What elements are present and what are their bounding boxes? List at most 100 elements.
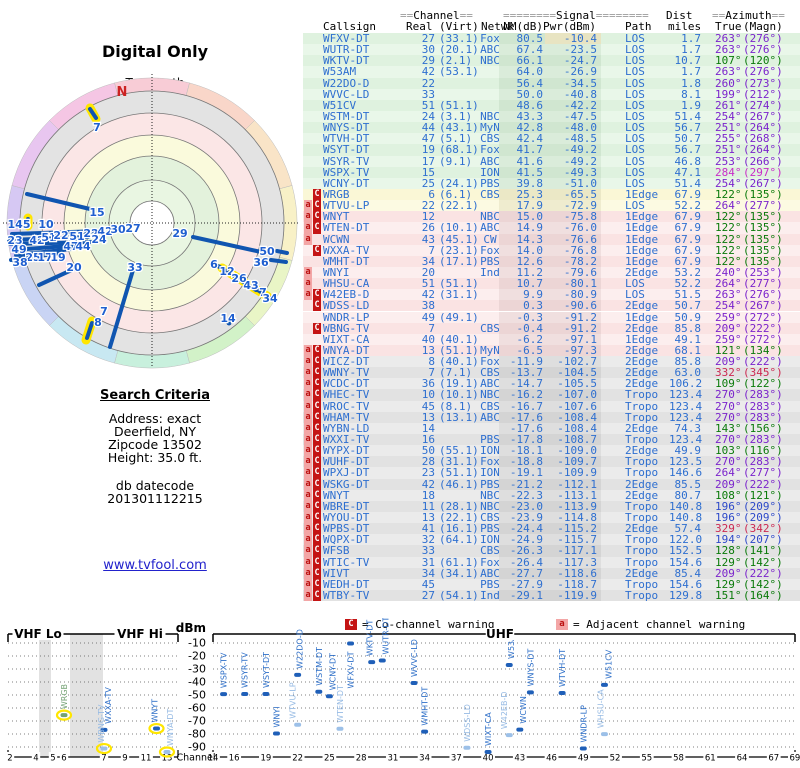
co-channel-warning-badge: C	[313, 367, 321, 378]
adjacent-warning-badge: a	[304, 356, 312, 367]
cell-power: -117.1	[545, 545, 601, 556]
cell-power: -109.9	[545, 467, 601, 478]
co-channel-warning-badge: C	[313, 245, 321, 256]
cell-real-channel: 43	[401, 234, 435, 245]
cell-distance: 152.5	[669, 545, 701, 556]
table-row[interactable]: aCWTEN-DT26(10.1)ABC14.9-76.01Edge67.912…	[303, 222, 800, 233]
table-row[interactable]: aCWTBY-TV27(54.1)Ind-29.1-119.9Tropo129.…	[303, 590, 800, 601]
radar-channel-label: 27	[125, 222, 140, 235]
adjacent-warning-badge: a	[304, 590, 312, 601]
x-tick-label: 9	[122, 754, 127, 764]
co-channel-warning-badge: C	[313, 490, 321, 501]
tvfool-link[interactable]: www.tvfool.com	[103, 558, 207, 573]
cell-path: 1Edge	[625, 222, 671, 233]
signal-marker	[485, 750, 492, 754]
radar-channel-label: 29	[172, 227, 187, 240]
radar-title: Digital Only	[0, 42, 310, 61]
cell-path: Tropo	[625, 389, 671, 400]
spectrum-callsign-label: W51CV	[604, 649, 613, 679]
co-channel-warning-badge: C	[313, 467, 321, 478]
adjacent-warning-badge: a	[304, 345, 312, 356]
cell-callsign: WDSS-LD	[323, 300, 411, 311]
cell-azimuth-magnetic: (273°)	[743, 78, 795, 89]
cell-real-channel: 33	[401, 545, 435, 556]
col-callsign: Callsign	[323, 21, 376, 32]
adjacent-warning-badge: a	[304, 545, 312, 556]
signal-marker	[601, 683, 608, 687]
table-row[interactable]: WSYT-DT19(68.1)Fox41.7-49.2LOS56.7251°(2…	[303, 144, 800, 155]
signal-marker	[326, 694, 333, 698]
cell-real-channel: 27	[401, 590, 435, 601]
cell-power: -49.2	[545, 156, 601, 167]
cell-azimuth-magnetic: (283°)	[743, 389, 795, 400]
table-row[interactable]: WNDR-LP49(49.1)-0.3-91.21Edge50.9259°(27…	[303, 312, 800, 323]
vhf-gap-band	[39, 634, 51, 757]
radar-channel-label: 36	[253, 256, 269, 269]
radar-channel-label: 15	[89, 206, 104, 219]
x-tick-label: 34	[419, 754, 430, 764]
signal-marker	[506, 663, 513, 667]
tvfool-report: Digital Only TrueNorth 71514510234251225…	[0, 0, 800, 768]
x-tick-label: 64	[737, 754, 748, 764]
signal-table: ==Channel== ========Signal======== Dist …	[303, 10, 800, 614]
cell-real-channel: 17	[401, 156, 435, 167]
col-path: Path	[625, 21, 652, 32]
table-row[interactable]: aCWFSB33CBS-26.3-117.1Tropo152.5128°(141…	[303, 545, 800, 556]
signal-marker	[506, 733, 513, 737]
cell-real-channel: 19	[401, 144, 435, 155]
spectrum-callsign-label: WIXT-CA	[484, 712, 493, 746]
adjacent-warning-badge: a	[304, 222, 312, 233]
table-row[interactable]: WSYR-TV17(9.1)ABC41.6-49.2LOS46.8253°(26…	[303, 156, 800, 167]
x-tick-label: 58	[673, 754, 684, 764]
table-row[interactable]: W22DO-D2256.4-34.5LOS1.8260°(273°)	[303, 78, 800, 89]
col-virt: (Virt)	[439, 21, 479, 32]
radar-channel-label: 10	[38, 218, 54, 231]
spectrum-callsign-label: WNYS-DT	[526, 648, 535, 686]
y-tick-label: -40	[188, 676, 206, 689]
signal-marker	[559, 691, 566, 695]
co-channel-warning-badge: C	[313, 222, 321, 233]
adjacent-warning-badge: a	[304, 501, 312, 512]
spectrum-callsign-label: WNYT	[151, 699, 160, 723]
cell-power: -76.6	[545, 234, 601, 245]
col-miles: miles	[668, 21, 701, 32]
cell-distance: 56.7	[669, 144, 701, 155]
signal-marker	[411, 681, 418, 685]
cell-azimuth-magnetic: (264°)	[743, 144, 795, 155]
table-row[interactable]: aCWHEC-TV10(10.1)NBC-16.2-107.0Tropo123.…	[303, 389, 800, 400]
radar-channel-label: 30	[110, 223, 126, 236]
co-channel-warning-badge: C	[313, 534, 321, 545]
y-tick-label: -70	[188, 715, 206, 728]
signal-marker	[368, 660, 375, 664]
x-tick-label: 22	[292, 754, 303, 764]
table-row[interactable]: aCWPXJ-DT23(51.1)ION-19.1-109.9Tropo146.…	[303, 467, 800, 478]
cell-azimuth-magnetic: (266°)	[743, 156, 795, 167]
cell-path: LOS	[625, 78, 671, 89]
cell-distance: 1.8	[669, 78, 701, 89]
x-axis-title: Channel	[176, 753, 215, 764]
adjacent-warning-badge: a	[304, 512, 312, 523]
y-tick-label: -20	[188, 650, 206, 663]
co-channel-warning-badge: C	[313, 445, 321, 456]
spectrum-callsign-label: WSYR-TV	[241, 652, 250, 688]
cell-real-channel: 38	[401, 300, 435, 311]
x-tick-label: 19	[260, 754, 271, 764]
signal-marker	[164, 750, 171, 754]
radar-plot: 7151451023425122512242302724474449251719…	[0, 60, 310, 380]
table-row[interactable]: aWCWN43(45.1)CW14.3-76.61Edge67.9122°(13…	[303, 234, 800, 245]
cell-power: -91.2	[545, 312, 601, 323]
signal-marker	[241, 692, 248, 696]
cell-azimuth-magnetic: (135°)	[743, 234, 795, 245]
cell-real-channel: 49	[401, 312, 435, 323]
table-row[interactable]: W53AM42(53.1)64.0-26.9LOS1.7263°(276°)	[303, 66, 800, 77]
cell-path: 1Edge	[625, 312, 671, 323]
adjacent-warning-badge: a	[304, 579, 312, 590]
co-channel-warning-badge: C	[313, 456, 321, 467]
co-channel-warning-badge: C	[313, 200, 321, 211]
co-channel-warning-badge: C	[313, 378, 321, 389]
cell-noise-margin: 0.3	[499, 300, 547, 311]
table-row[interactable]: CWDSS-LD380.3-90.62Edge50.7254°(267°)	[303, 300, 800, 311]
cell-power: -90.6	[545, 300, 601, 311]
site-link-wrap: www.tvfool.com	[0, 558, 310, 573]
co-channel-warning-badge: C	[313, 289, 321, 300]
